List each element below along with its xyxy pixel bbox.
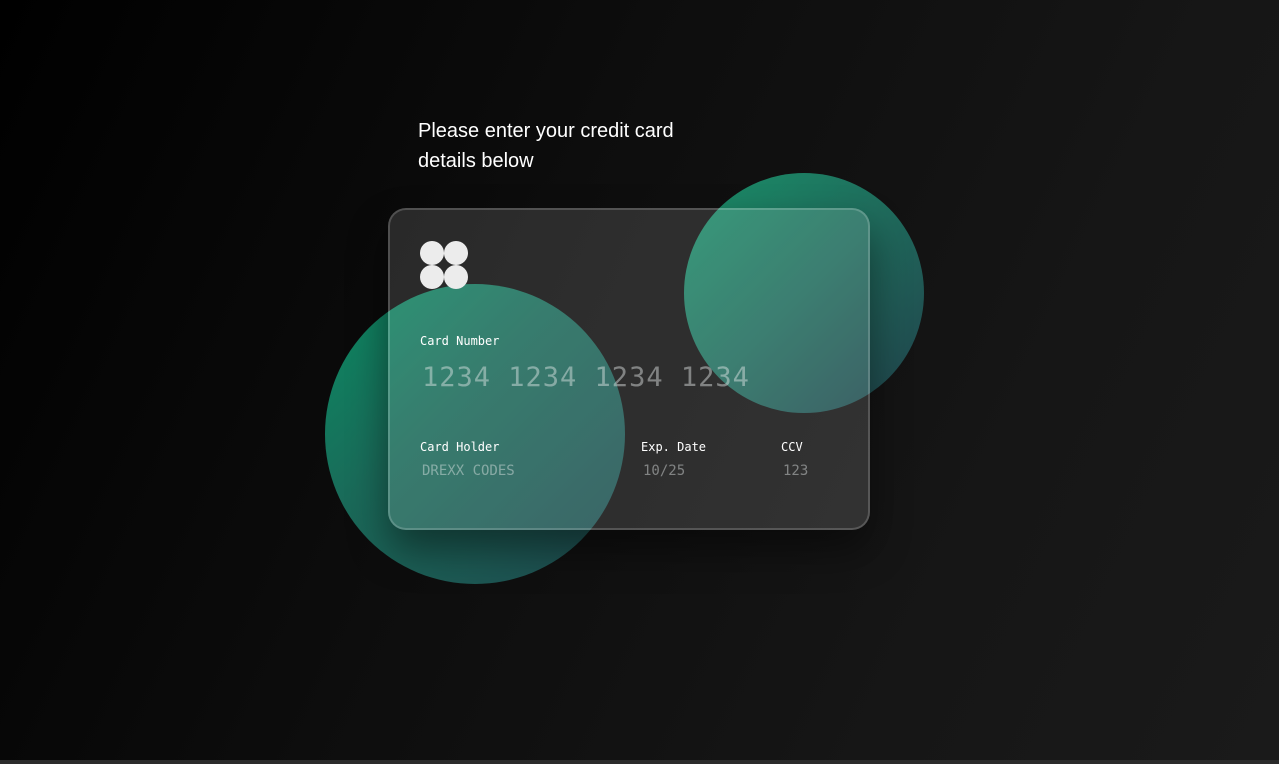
ccv-input[interactable] [783,461,843,481]
exp-date-label: Exp. Date [641,440,707,454]
card-holder-input[interactable] [422,461,612,481]
four-circles-logo-icon [420,241,470,291]
credit-card-form: Card Number Card Holder Exp. Date CCV [388,208,870,530]
logo-circle [444,265,468,289]
exp-date-input[interactable] [643,461,743,481]
card-number-label: Card Number [420,334,500,348]
page-heading: Please enter your credit card details be… [418,120,674,172]
card-holder-label: Card Holder [420,440,500,454]
taskbar-edge [0,760,1279,764]
logo-circle [420,241,444,265]
logo-circle [444,241,468,265]
card-number-input[interactable] [422,360,822,394]
logo-circle [420,265,444,289]
ccv-label: CCV [781,440,803,454]
